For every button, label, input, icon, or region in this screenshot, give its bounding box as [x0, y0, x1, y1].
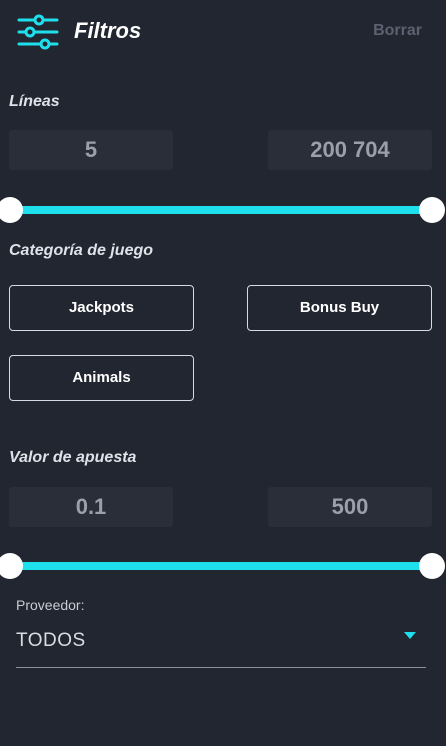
- category-chip-animals[interactable]: Animals: [9, 355, 194, 401]
- bet-slider-min-thumb[interactable]: [0, 553, 23, 579]
- clear-button[interactable]: Borrar: [373, 20, 422, 42]
- lines-min-input[interactable]: 5: [9, 130, 173, 170]
- bet-slider-track[interactable]: [10, 562, 432, 570]
- sliders-icon: [17, 14, 59, 50]
- lines-label: Líneas: [9, 93, 60, 110]
- bet-min-input[interactable]: 0.1: [9, 487, 173, 527]
- provider-selected-value: TODOS: [16, 630, 86, 651]
- category-label: Categoría de juego: [9, 242, 154, 259]
- filters-header: Filtros Borrar: [0, 0, 446, 64]
- bet-range-slider[interactable]: [0, 551, 446, 581]
- page-title: Filtros: [74, 18, 142, 43]
- lines-slider-max-thumb[interactable]: [419, 197, 445, 223]
- category-chip-bonus-buy[interactable]: Bonus Buy: [247, 285, 432, 331]
- lines-slider-min-thumb[interactable]: [0, 197, 23, 223]
- lines-range-slider[interactable]: [0, 195, 446, 225]
- lines-slider-track[interactable]: [10, 206, 432, 214]
- bet-max-input[interactable]: 500: [268, 487, 432, 527]
- bet-value-label: Valor de apuesta: [9, 449, 137, 466]
- provider-label: Proveedor:: [16, 597, 85, 613]
- lines-max-input[interactable]: 200 704: [268, 130, 432, 170]
- category-chip-jackpots[interactable]: Jackpots: [9, 285, 194, 331]
- caret-down-icon[interactable]: [404, 632, 416, 639]
- bet-slider-max-thumb[interactable]: [419, 553, 445, 579]
- provider-select[interactable]: TODOS: [16, 624, 426, 668]
